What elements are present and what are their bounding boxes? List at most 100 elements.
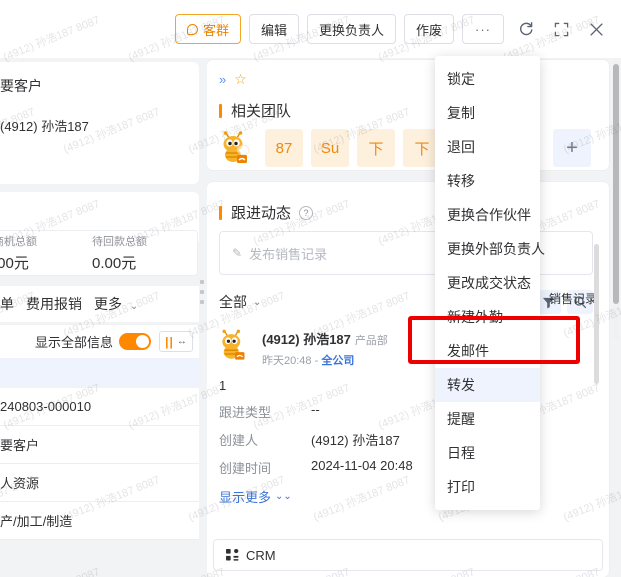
grid-people-icon <box>226 549 239 561</box>
chevron-double-down-icon: ⌄⌄ <box>275 491 292 502</box>
menu-item-lock[interactable]: 锁定 <box>435 62 540 96</box>
detail-value: -- <box>311 402 320 417</box>
compose-icon: ✎ <box>232 246 243 260</box>
stat-opportunity-total: 商机总额 .00元 <box>0 233 92 273</box>
detail-key: 跟进类型 <box>219 405 272 420</box>
left-detail-panel: 要客户 (4912) 孙浩187 商机总额 .00元 待回款总额 0.00元 工… <box>0 58 199 577</box>
post-time-line: 昨天20:48 - 全公司 <box>262 352 388 368</box>
bee-icon <box>223 131 250 163</box>
sales-record-label: 销售记录 <box>548 292 597 306</box>
field-row-code[interactable]: 240803-000010 <box>0 388 199 426</box>
field-row-source[interactable]: 人资源 <box>0 464 199 502</box>
chevron-down-icon[interactable]: ⌄ <box>253 297 261 308</box>
post-department: 产品部 <box>354 335 388 347</box>
stat-value: .00元 <box>0 255 29 272</box>
fullscreen-icon[interactable] <box>548 16 574 42</box>
avatar-87[interactable]: 87 <box>265 129 303 167</box>
stat-pending-receivable: 待回款总额 0.00元 <box>92 233 191 273</box>
menu-item-schedule[interactable]: 日程 <box>435 436 540 470</box>
detail-key: 创建人 <box>219 433 259 448</box>
top-toolbar: 客群 编辑 更换负责人 作废 ··· <box>0 0 621 58</box>
edit-button[interactable]: 编辑 <box>248 14 299 44</box>
stat-label: 待回款总额 <box>92 236 147 248</box>
scrollbar-thumb[interactable] <box>613 64 619 304</box>
menu-item-send-email[interactable]: 发邮件 <box>435 334 540 368</box>
tab-more[interactable]: 更多 ⌄ <box>94 294 138 314</box>
tab-expense-claim[interactable]: 费用报销 <box>26 294 82 314</box>
change-owner-button[interactable]: 更换负责人 <box>306 14 396 44</box>
more-actions-button[interactable]: ··· <box>462 14 504 44</box>
follow-up-feed-card: 跟进动态 ? ✎ 发布销售记录 全部 ⌄ 销售记录 (4912) 孙浩187 产… <box>207 182 609 577</box>
chevron-down-icon: ⌄ <box>129 301 139 312</box>
customer-group-button[interactable]: 客群 <box>174 14 241 44</box>
close-icon[interactable] <box>583 16 609 42</box>
avatar-su[interactable]: Su <box>311 129 349 167</box>
composer-placeholder: 发布销售记录 <box>249 246 328 262</box>
crm-tag-bar[interactable]: CRM <box>213 539 603 571</box>
customer-summary-card: 要客户 (4912) 孙浩187 <box>0 62 199 184</box>
toggle-knob <box>136 335 149 348</box>
chevron-double-right-icon[interactable]: » <box>219 72 226 87</box>
customer-title: 要客户 <box>0 78 42 94</box>
detail-key: 创建时间 <box>219 461 272 476</box>
show-all-info-toggle[interactable] <box>119 333 151 350</box>
avatar-bee[interactable] <box>219 129 257 167</box>
app-root: 要客户 (4912) 孙浩187 商机总额 .00元 待回款总额 0.00元 工… <box>0 0 621 577</box>
post-scope-link[interactable]: 全公司 <box>321 355 354 367</box>
follow-up-title: 跟进动态 ? <box>213 202 599 223</box>
menu-item-forward[interactable]: 转发 <box>435 368 540 402</box>
menu-item-new-field-visit[interactable]: 新建外勤 <box>435 300 540 334</box>
show-all-info-label: 显示全部信息 <box>34 335 113 350</box>
menu-item-copy[interactable]: 复制 <box>435 96 540 130</box>
field-row-highlight <box>0 358 199 386</box>
show-all-info-row: 显示全部信息 || ↔ <box>0 324 199 358</box>
show-more-label: 显示更多 <box>219 490 272 505</box>
feed-filter-all[interactable]: 全部 <box>219 292 247 312</box>
refresh-icon[interactable] <box>513 16 539 42</box>
menu-item-return[interactable]: 退回 <box>435 130 540 164</box>
menu-item-change-external-owner[interactable]: 更换外部负责人 <box>435 232 545 266</box>
field-row-customer-type[interactable]: 要客户 <box>0 426 199 464</box>
resize-arrow-icon: ↔ <box>176 335 187 347</box>
field-value: 人资源 <box>0 476 40 491</box>
avatar-xia-1[interactable]: 下 <box>357 129 395 167</box>
feed-post-meta: (4912) 孙浩187 产品部 昨天20:48 - 全公司 <box>262 329 388 368</box>
stats-row: 商机总额 .00元 待回款总额 0.00元 <box>0 230 198 276</box>
menu-item-transfer[interactable]: 转移 <box>435 164 540 198</box>
field-value: 240803-000010 <box>0 399 92 414</box>
stat-value: 0.00元 <box>92 255 137 272</box>
split-bars-icon: || <box>165 334 174 349</box>
bee-icon <box>222 329 245 360</box>
stat-label: 商机总额 <box>0 236 37 248</box>
post-time: 昨天20:48 <box>262 355 312 367</box>
question-mark-icon[interactable]: ? <box>299 205 314 220</box>
main-content: » ☆ 相关团队 87 Su 下 下 + 跟进动态 ? ✎ 发布销售记录 全部 … <box>207 58 609 577</box>
star-outline-icon[interactable]: ☆ <box>234 71 247 88</box>
add-team-member-button[interactable]: + <box>553 129 591 167</box>
menu-item-print[interactable]: 打印 <box>435 470 540 504</box>
post-separator: - <box>314 355 319 367</box>
avatar <box>219 329 253 363</box>
feed-scrollbar[interactable] <box>594 244 599 384</box>
menu-item-reminder[interactable]: 提醒 <box>435 402 540 436</box>
chat-bubble-icon <box>186 23 198 35</box>
scrollbar-thumb[interactable] <box>594 244 599 384</box>
more-actions-dropdown: 锁定 复制 退回 转移 更换合作伙伴 更换外部负责人 更改成交状态 新建外勤 发… <box>435 56 545 510</box>
detail-value: 2024-11-04 20:48 <box>311 458 413 473</box>
void-button[interactable]: 作废 <box>403 14 454 44</box>
field-value: 产/加工/制造 <box>0 514 73 529</box>
crm-tag-label: CRM <box>246 547 276 563</box>
detail-value: (4912) 孙浩187 <box>311 433 400 448</box>
related-team-card: » ☆ 相关团队 87 Su 下 下 + <box>207 60 609 170</box>
menu-item-change-deal-status[interactable]: 更改成交状态 <box>435 266 540 300</box>
field-row-industry[interactable]: 产/加工/制造 <box>0 502 199 540</box>
tab-work-order[interactable]: 工单 <box>0 294 14 314</box>
page-scrollbar[interactable] <box>613 60 619 340</box>
post-author[interactable]: (4912) 孙浩187 <box>262 332 351 347</box>
show-more-button[interactable]: 显示更多 ⌄⌄ <box>219 487 292 506</box>
left-panel-tabs: 工单 费用报销 更多 ⌄ <box>0 286 199 322</box>
menu-item-change-partner[interactable]: 更换合作伙伴 <box>435 198 540 232</box>
layout-split-button[interactable]: || ↔ <box>159 331 193 352</box>
panel-resize-divider[interactable] <box>199 58 207 577</box>
divider-grip-icon <box>200 280 205 304</box>
